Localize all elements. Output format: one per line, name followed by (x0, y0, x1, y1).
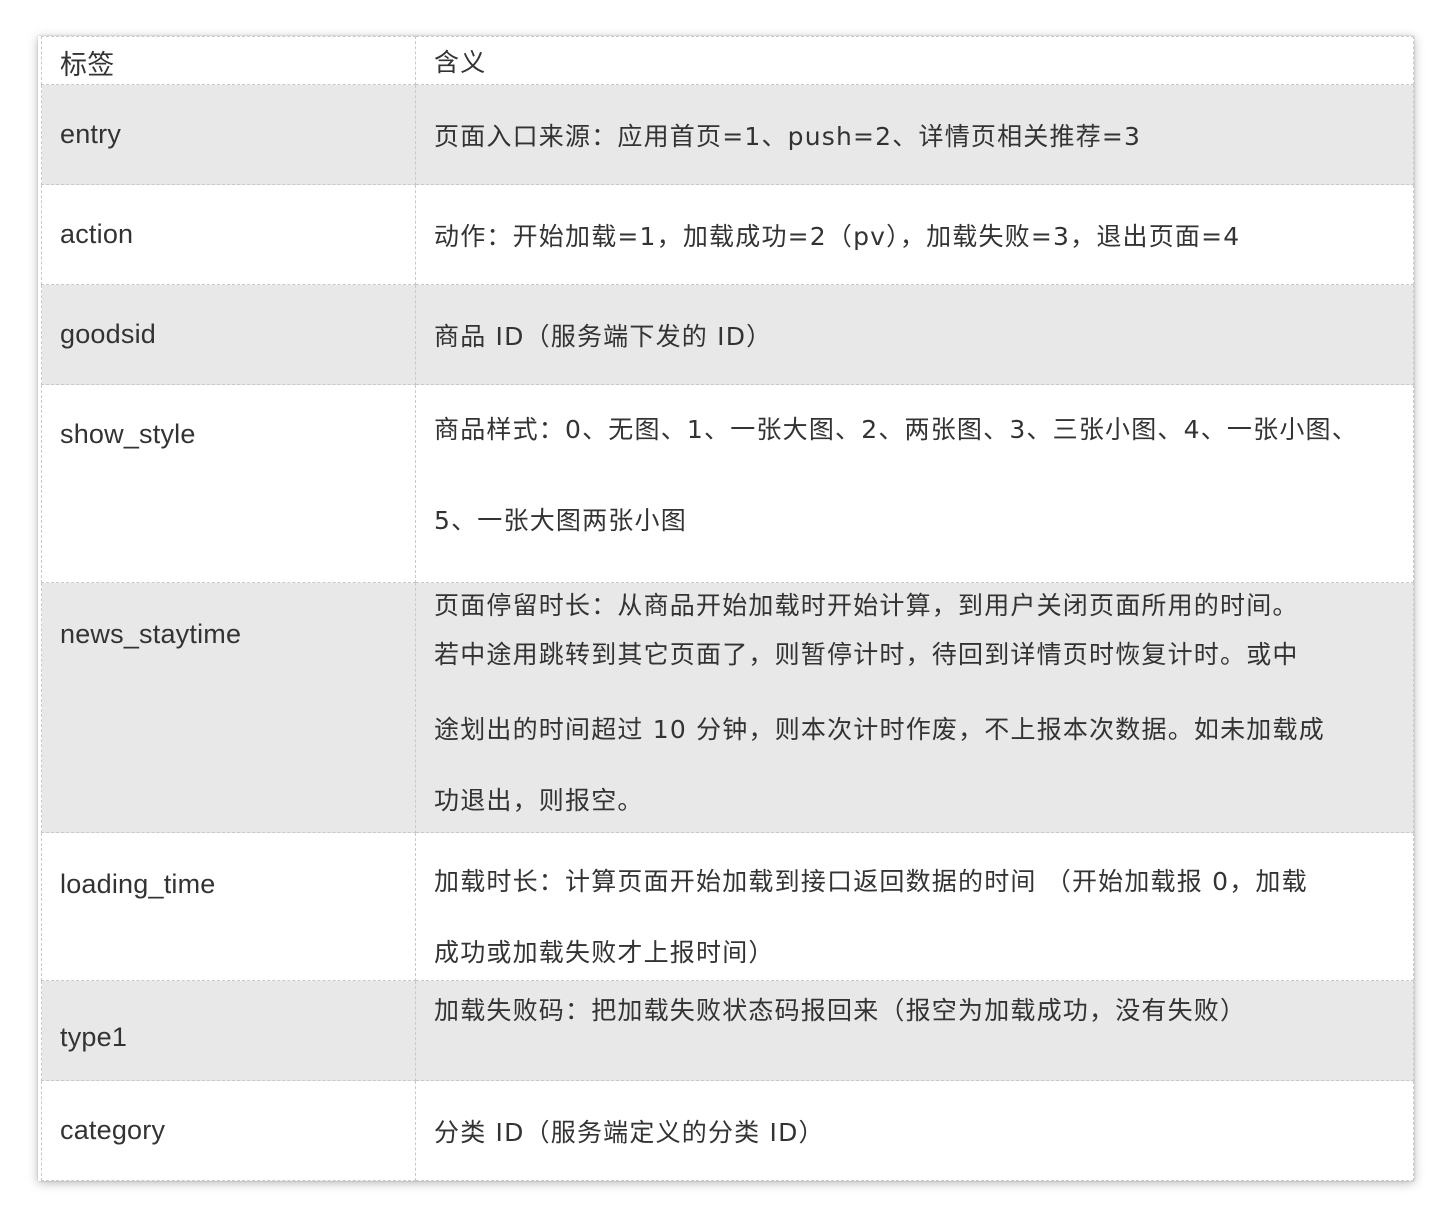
header-label: 标签 (41, 36, 416, 85)
field-meaning: 页面入口来源：应用首页=1、push=2、详情页相关推荐=3 (415, 84, 1414, 185)
meaning-line: 加载时长：计算页面开始加载到接口返回数据的时间 （开始加载报 0，加载 (434, 867, 1308, 896)
field-label: show_style (41, 384, 416, 583)
meaning-line: 5、一张大图两张小图 (434, 506, 687, 535)
table-header-row: 标签 含义 (41, 36, 1414, 85)
meaning-line: 成功或加载失败才上报时间） (434, 938, 775, 967)
field-label: goodsid (41, 284, 416, 385)
field-label: loading_time (41, 832, 416, 981)
field-label: news_staytime (41, 582, 416, 833)
field-label: type1 (41, 980, 416, 1081)
field-meaning: 加载失败码：把加载失败状态码报回来（报空为加载成功，没有失败） (415, 980, 1414, 1081)
field-label: entry (41, 84, 416, 185)
table-row: category 分类 ID（服务端定义的分类 ID） (41, 1080, 1414, 1181)
field-meaning: 动作：开始加载=1，加载成功=2（pv），加载失败=3，退出页面=4 (415, 184, 1414, 285)
field-definition-table: 标签 含义 entry 页面入口来源：应用首页=1、push=2、详情页相关推荐… (41, 36, 1414, 1181)
meaning-line: 若中途用跳转到其它页面了，则暂停计时，待回到详情页时恢复计时。或中 (434, 640, 1299, 669)
table-row: news_staytime 页面停留时长：从商品开始加载时开始计算，到用户关闭页… (41, 582, 1414, 833)
field-meaning: 商品 ID（服务端下发的 ID） (415, 284, 1414, 385)
table-row: show_style 商品样式：0、无图、1、一张大图、2、两张图、3、三张小图… (41, 384, 1414, 583)
table-card: 标签 含义 entry 页面入口来源：应用首页=1、push=2、详情页相关推荐… (38, 36, 1414, 1181)
table-row: loading_time 加载时长：计算页面开始加载到接口返回数据的时间 （开始… (41, 832, 1414, 981)
meaning-line: 功退出，则报空。 (434, 786, 644, 815)
field-label: category (41, 1080, 416, 1181)
table-row: entry 页面入口来源：应用首页=1、push=2、详情页相关推荐=3 (41, 84, 1414, 185)
meaning-line: 页面停留时长：从商品开始加载时开始计算，到用户关闭页面所用的时间。 (434, 591, 1299, 620)
field-meaning: 分类 ID（服务端定义的分类 ID） (415, 1080, 1414, 1181)
table-row: goodsid 商品 ID（服务端下发的 ID） (41, 284, 1414, 385)
meaning-line: 商品样式：0、无图、1、一张大图、2、两张图、3、三张小图、4、一张小图、 (434, 415, 1358, 444)
field-meaning: 页面停留时长：从商品开始加载时开始计算，到用户关闭页面所用的时间。 若中途用跳转… (415, 582, 1414, 833)
field-meaning: 商品样式：0、无图、1、一张大图、2、两张图、3、三张小图、4、一张小图、 5、… (415, 384, 1414, 583)
table-row: action 动作：开始加载=1，加载成功=2（pv），加载失败=3，退出页面=… (41, 184, 1414, 285)
field-meaning: 加载时长：计算页面开始加载到接口返回数据的时间 （开始加载报 0，加载 成功或加… (415, 832, 1414, 981)
field-label: action (41, 184, 416, 285)
header-meaning: 含义 (415, 36, 1414, 85)
meaning-line: 途划出的时间超过 10 分钟，则本次计时作废，不上报本次数据。如未加载成 (434, 715, 1325, 744)
table-row: type1 加载失败码：把加载失败状态码报回来（报空为加载成功，没有失败） (41, 980, 1414, 1081)
